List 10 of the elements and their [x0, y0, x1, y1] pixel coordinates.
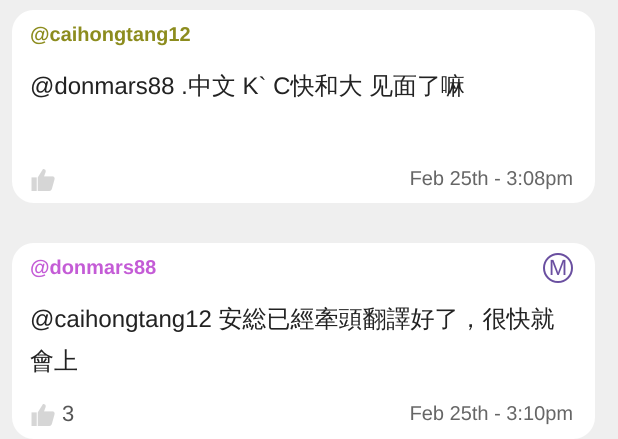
- comment-author[interactable]: @donmars88: [30, 256, 156, 280]
- moderator-badge: M: [543, 253, 573, 283]
- comment-author[interactable]: @caihongtang12: [30, 24, 191, 46]
- comment-text: @caihongtang12 安総已經牽頭翻譯好了，很快就會上: [30, 305, 556, 377]
- comment-text: @donmars88 .中文 K` C快和大 见面了嘛: [30, 72, 466, 102]
- like-count: 3: [62, 401, 74, 427]
- thumbs-up-icon[interactable]: [30, 402, 56, 426]
- thumbs-up-icon[interactable]: [30, 168, 56, 191]
- comment-time: Feb 25th - 3:10pm: [410, 402, 573, 426]
- comment-time: Feb 25th - 3:08pm: [410, 168, 573, 191]
